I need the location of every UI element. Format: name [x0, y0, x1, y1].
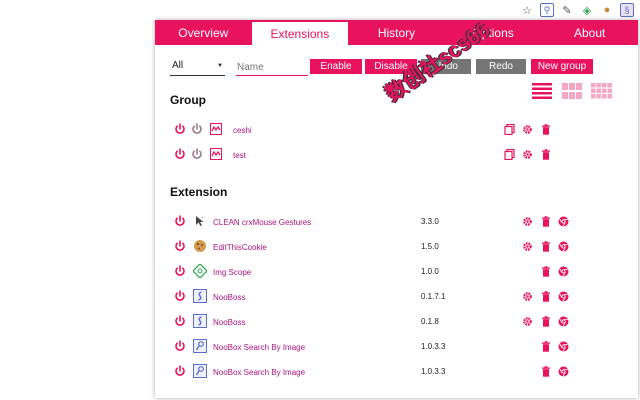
gear-icon[interactable] [522, 316, 533, 329]
filter-select-value: All [172, 60, 184, 71]
trash-icon[interactable] [541, 341, 551, 354]
caret-down-icon: ▼ [217, 63, 223, 69]
extension-toolbar: ☆ ⚲ ✎ ◈ ● § [520, 3, 634, 17]
extension-version: 0.1.7.1 [421, 292, 446, 301]
power-icon[interactable] [174, 315, 186, 329]
group-wave-icon [210, 148, 222, 162]
cookie-icon [193, 239, 207, 255]
extension-name[interactable]: Img Scope [213, 268, 251, 277]
power-icon[interactable] [174, 340, 186, 354]
chrome-store-icon[interactable] [558, 216, 569, 229]
power-icon[interactable] [174, 265, 186, 279]
nooboss-icon [193, 289, 207, 305]
extension-row: + CLEAN crxMouse Gestures 3.3.0 [170, 212, 638, 232]
redo-button[interactable]: Redo [476, 59, 526, 74]
power-icon[interactable] [174, 365, 186, 379]
chrome-store-icon[interactable] [558, 316, 569, 329]
extension-name[interactable]: CLEAN crxMouse Gestures [213, 218, 311, 227]
bookmark-star-icon[interactable]: ☆ [520, 3, 534, 17]
extension-version: 0.1.8 [421, 317, 439, 326]
extension-name[interactable]: NooBox Search By Image [213, 368, 305, 377]
trash-icon[interactable] [541, 149, 551, 162]
group-wave-icon [210, 123, 222, 137]
chrome-store-icon[interactable] [558, 341, 569, 354]
disable-power-icon[interactable] [191, 123, 203, 137]
noobox-icon [193, 364, 207, 380]
chrome-store-icon[interactable] [558, 241, 569, 254]
tile-view-icon[interactable] [561, 82, 583, 100]
img-scope-icon [192, 263, 208, 280]
extension-name[interactable]: NooBoss [213, 318, 245, 327]
group-name[interactable]: test [233, 151, 246, 160]
enable-button[interactable]: Enable [310, 59, 362, 74]
extension-row: EditThisCookie 1.5.0 [170, 237, 638, 257]
chrome-store-icon[interactable] [558, 366, 569, 379]
browser-toolbar: ☆ ⚲ ✎ ◈ ● § [0, 0, 640, 20]
extension-version: 1.5.0 [421, 242, 439, 251]
extension-name[interactable]: NooBox Search By Image [213, 343, 305, 352]
enable-power-icon[interactable] [174, 123, 186, 137]
list-view-icon[interactable] [531, 82, 553, 100]
trash-icon[interactable] [541, 291, 551, 304]
extension-row: NooBoss 0.1.7.1 [170, 287, 638, 307]
trash-icon[interactable] [541, 266, 551, 279]
tab-history[interactable]: History [348, 20, 445, 45]
tab-extensions[interactable]: Extensions [251, 22, 349, 45]
extension-row: Img Scope 1.0.0 [170, 262, 638, 282]
extension-name[interactable]: NooBoss [213, 293, 245, 302]
power-icon[interactable] [174, 215, 186, 229]
gear-icon[interactable] [522, 241, 533, 254]
disable-power-icon[interactable] [191, 148, 203, 162]
trash-icon[interactable] [541, 124, 551, 137]
extension-row: NooBox Search By Image 1.0.3.3 [170, 337, 638, 357]
gear-icon[interactable] [522, 291, 533, 304]
group-section-title: Group [170, 93, 206, 107]
copy-icon[interactable] [504, 123, 515, 137]
group-name[interactable]: ceshi [233, 126, 252, 135]
nooboss-icon [193, 314, 207, 330]
power-icon[interactable] [174, 290, 186, 304]
name-search-input[interactable] [236, 60, 308, 76]
grid-view-icon[interactable] [591, 82, 613, 100]
top-navigation: Overview Extensions History Options Abou… [155, 20, 638, 45]
noobox-icon [193, 339, 207, 355]
extension-row: NooBox Search By Image 1.0.3.3 [170, 362, 638, 382]
nooboss-toolbar-icon[interactable]: § [620, 3, 634, 17]
mouse-gestures-icon: + [193, 214, 207, 230]
extension-version: 1.0.0 [421, 267, 439, 276]
trash-icon[interactable] [541, 316, 551, 329]
svg-text:+: + [201, 215, 204, 220]
gear-icon[interactable] [522, 124, 533, 137]
img-scope-toolbar-icon[interactable]: ◈ [580, 3, 594, 17]
tab-overview[interactable]: Overview [155, 20, 252, 45]
filter-select[interactable]: All ▼ [170, 60, 225, 76]
chrome-store-icon[interactable] [558, 266, 569, 279]
chrome-store-icon[interactable] [558, 291, 569, 304]
trash-icon[interactable] [541, 366, 551, 379]
new-group-button[interactable]: New group [531, 59, 593, 74]
extension-name[interactable]: EditThisCookie [213, 243, 267, 252]
tab-about[interactable]: About [541, 20, 638, 45]
extension-version: 3.3.0 [421, 217, 439, 226]
copy-icon[interactable] [504, 148, 515, 162]
enable-power-icon[interactable] [174, 148, 186, 162]
trash-icon[interactable] [541, 216, 551, 229]
extension-row: NooBoss 0.1.8 [170, 312, 638, 332]
extension-section-title: Extension [170, 185, 228, 199]
extension-version: 1.0.3.3 [421, 342, 446, 351]
cookie-toolbar-icon[interactable]: ● [600, 3, 614, 17]
power-icon[interactable] [174, 240, 186, 254]
nooboss-popup: Overview Extensions History Options Abou… [155, 20, 638, 398]
extension-version: 1.0.3.3 [421, 367, 446, 376]
gear-icon[interactable] [522, 149, 533, 162]
gear-icon[interactable] [522, 216, 533, 229]
group-row: test [170, 145, 638, 165]
group-row: ceshi [170, 120, 638, 140]
mouse-gestures-toolbar-icon[interactable]: ✎ [560, 3, 574, 17]
trash-icon[interactable] [541, 241, 551, 254]
noobox-toolbar-icon[interactable]: ⚲ [540, 3, 554, 17]
view-mode-switcher [531, 82, 613, 100]
